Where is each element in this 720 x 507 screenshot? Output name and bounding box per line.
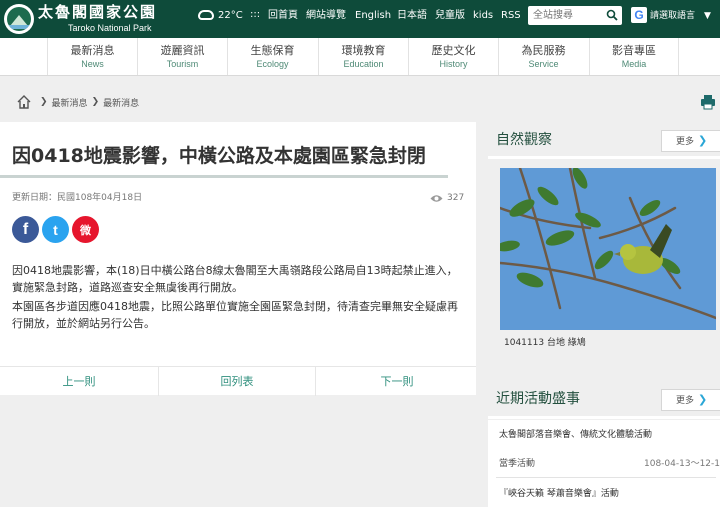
print-icon[interactable] <box>700 94 716 110</box>
nature-photo[interactable] <box>500 168 716 330</box>
language-select[interactable]: 請選取語言 <box>650 9 695 23</box>
nav-service[interactable]: 為民服務 Service <box>498 38 588 75</box>
facebook-share-icon[interactable]: f <box>12 216 39 243</box>
nav-ecology[interactable]: 生態保育 Ecology <box>227 38 317 75</box>
twitter-share-icon[interactable]: t <box>42 216 69 243</box>
section-divider <box>488 416 720 419</box>
site-title[interactable]: 太魯閣國家公園 <box>38 3 157 21</box>
nature-observation-title: 自然觀察 <box>496 132 552 148</box>
nav-news[interactable]: 最新消息 News <box>47 38 137 75</box>
back-to-list-link[interactable]: 回列表 <box>158 367 316 396</box>
weather-temperature: 22°C <box>218 10 243 21</box>
breadcrumb-item-news-current[interactable]: 最新消息 <box>103 96 139 109</box>
prev-article-link[interactable]: 上一則 <box>0 367 158 396</box>
eye-icon <box>430 195 443 202</box>
main-nav: 最新消息 News 遊麗資訊 Tourism 生態保育 Ecology 環境教育 Edu… <box>0 38 720 76</box>
article-title: 因0418地震影響，中橫公路及本處園區緊急封閉 <box>12 145 426 167</box>
chevron-right-icon: ❯ <box>698 134 708 147</box>
search-icon[interactable] <box>606 9 618 21</box>
nav-history[interactable]: 歷史文化 History <box>408 38 498 75</box>
nav-media[interactable]: 影音專區 Media <box>589 38 679 75</box>
breadcrumb-item-news[interactable]: 最新消息 <box>52 96 88 109</box>
title-divider <box>0 175 448 178</box>
park-logo-icon[interactable] <box>4 4 34 34</box>
events-title: 近期活動盛事 <box>496 391 580 407</box>
chevron-right-icon: ❯ <box>91 97 100 107</box>
update-date: 更新日期：民國108年04月18日 <box>12 193 143 203</box>
nav-tourism[interactable]: 遊麗資訊 Tourism <box>137 38 227 75</box>
search-input[interactable] <box>528 6 604 25</box>
chevron-right-icon: ❯ <box>40 97 48 107</box>
photo-caption: 1041113 台地 綠鳩 <box>504 338 586 348</box>
section-divider <box>488 156 720 159</box>
event-item[interactable]: 『峽谷天籟 琴蕭音樂會』活動 <box>499 488 619 500</box>
search-box <box>528 6 622 25</box>
japanese-link[interactable]: 日本語 <box>397 9 427 23</box>
site-subtitle: Taroko National Park <box>68 23 152 33</box>
event-date: 108-04-13～12-14 <box>644 459 720 469</box>
sitemap-link[interactable]: 網站導覽 <box>306 9 346 23</box>
google-icon[interactable]: G <box>631 7 647 23</box>
article-pager: 上一則 回列表 下一則 <box>0 366 476 396</box>
cloud-icon <box>198 10 214 20</box>
home-icon[interactable] <box>16 94 32 110</box>
chevron-right-icon: ❯ <box>698 393 708 406</box>
rss-link[interactable]: RSS <box>501 9 521 23</box>
breadcrumb: ❯ 最新消息 ❯ 最新消息 <box>16 93 139 111</box>
site-header: 太魯閣國家公園 Taroko National Park 22°C ::: 回首… <box>0 0 720 38</box>
caret-down-icon[interactable]: ▼ <box>704 9 711 23</box>
children-link[interactable]: 兒童版 <box>435 9 465 23</box>
events-more-button[interactable]: 更多 ❯ <box>661 389 720 411</box>
next-article-link[interactable]: 下一則 <box>318 367 476 396</box>
view-count: 327 <box>447 193 465 203</box>
english-link[interactable]: English <box>355 9 391 23</box>
nature-more-button[interactable]: 更多 ❯ <box>661 130 720 152</box>
event-divider <box>496 477 716 478</box>
article-paragraph: 因0418地震影響，本(18)日中橫公路台8線太魯閣至大禹嶺路段公路局自13時起… <box>12 264 458 294</box>
home-link[interactable]: 回首頁 <box>268 9 298 23</box>
event-item[interactable]: 太魯閣部落音樂會、傳統文化體驗活動 <box>499 429 652 441</box>
accesskey-dots[interactable]: ::: <box>250 8 260 22</box>
event-item[interactable]: 當季活動 <box>499 458 535 470</box>
nav-education[interactable]: 環境教育 Education <box>318 38 408 75</box>
article-paragraph: 本園區各步道因應0418地震，比照公路單位實施全園區緊急封閉，待清查完畢無安全疑… <box>12 300 458 330</box>
kids-link[interactable]: kids <box>473 9 493 23</box>
weibo-share-icon[interactable]: 微 <box>72 216 99 243</box>
